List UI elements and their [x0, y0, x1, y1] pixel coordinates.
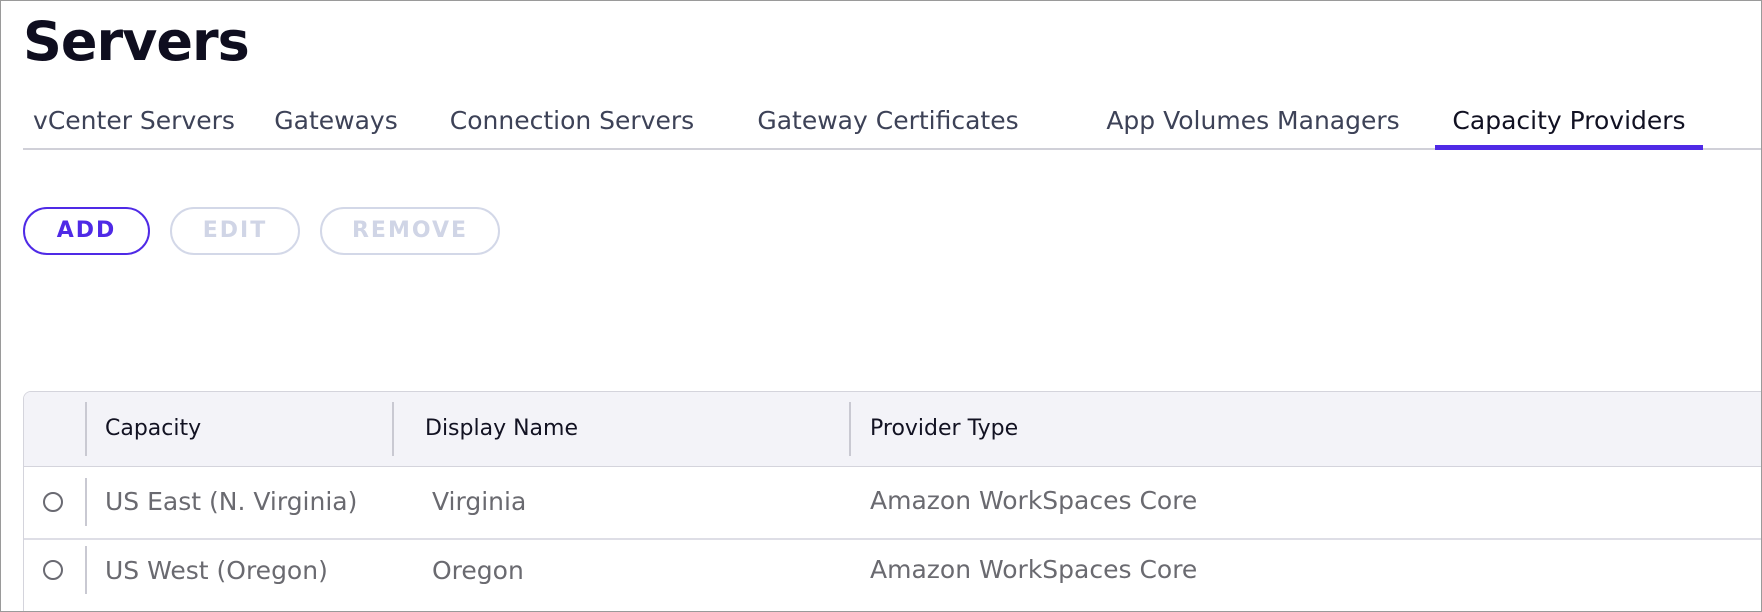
tab-gateway-certificates[interactable]: Gateway Certificates: [729, 95, 1047, 148]
tab-connection-servers[interactable]: Connection Servers: [437, 95, 707, 148]
table-row[interactable]: US East (N. Virginia) Virginia Amazon Wo…: [24, 468, 1761, 536]
row-select-radio[interactable]: [43, 492, 63, 512]
column-divider: [85, 402, 87, 456]
column-header-display-name[interactable]: Display Name: [425, 392, 578, 466]
tab-gateways[interactable]: Gateways: [251, 95, 421, 148]
cell-display-name: Virginia: [432, 487, 527, 516]
row-select-radio[interactable]: [43, 560, 63, 580]
servers-page: Servers vCenter Servers Gateways Connect…: [0, 0, 1762, 612]
table-row[interactable]: US West (Oregon) Oregon Amazon WorkSpace…: [24, 538, 1761, 606]
table-header: Capacity Display Name Provider Type: [24, 392, 1761, 467]
add-button[interactable]: ADD: [23, 207, 150, 255]
tab-capacity-providers[interactable]: Capacity Providers: [1435, 95, 1703, 150]
cell-provider-type: Amazon WorkSpaces Core: [870, 486, 1198, 515]
edit-button[interactable]: EDIT: [170, 207, 300, 255]
cell-capacity: US West (Oregon): [105, 556, 328, 585]
column-divider: [85, 478, 87, 526]
tab-bar: vCenter Servers Gateways Connection Serv…: [23, 95, 1761, 150]
page-title: Servers: [23, 10, 250, 73]
column-header-provider-type[interactable]: Provider Type: [870, 392, 1018, 466]
remove-button[interactable]: REMOVE: [320, 207, 500, 255]
cell-display-name: Oregon: [432, 556, 524, 585]
column-divider: [85, 546, 87, 594]
cell-capacity: US East (N. Virginia): [105, 487, 358, 516]
column-divider: [849, 402, 851, 456]
capacity-providers-table: Capacity Display Name Provider Type US E…: [23, 391, 1761, 611]
tab-app-volumes-managers[interactable]: App Volumes Managers: [1085, 95, 1421, 148]
cell-provider-type: Amazon WorkSpaces Core: [870, 555, 1198, 584]
column-divider: [392, 402, 394, 456]
tab-vcenter-servers[interactable]: vCenter Servers: [23, 95, 245, 148]
column-header-capacity[interactable]: Capacity: [105, 392, 201, 466]
